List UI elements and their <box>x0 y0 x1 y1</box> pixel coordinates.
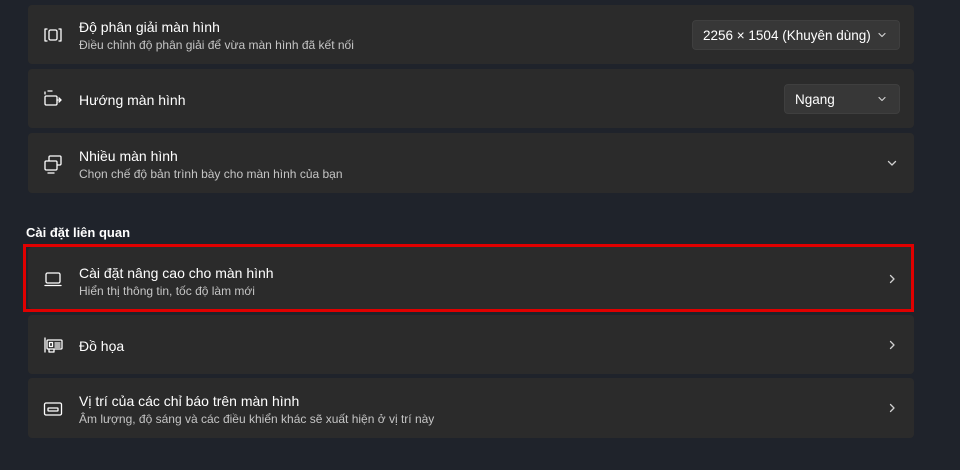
resolution-icon <box>42 24 64 46</box>
orientation-icon <box>42 88 64 110</box>
advanced-display-settings-title: Cài đặt nâng cao cho màn hình <box>79 265 274 281</box>
multiple-displays-card[interactable]: Nhiều màn hình Chọn chế độ bản trình bày… <box>28 133 914 193</box>
orientation-card: Hướng màn hình Ngang <box>28 69 914 128</box>
resolution-dropdown[interactable]: 2256 × 1504 (Khuyên dùng) <box>692 20 900 50</box>
related-settings-header: Cài đặt liên quan <box>26 225 131 240</box>
orientation-title: Hướng màn hình <box>79 92 186 108</box>
resolution-card: Độ phân giải màn hình Điều chỉnh độ phân… <box>28 5 914 64</box>
graphics-title: Đồ họa <box>79 338 125 354</box>
chevron-down-icon <box>876 93 888 105</box>
graphics-card-icon <box>42 334 64 356</box>
monitor-icon <box>42 268 64 290</box>
resolution-title: Độ phân giải màn hình <box>79 19 220 35</box>
orientation-dropdown-value: Ngang <box>795 91 835 107</box>
screen-indicator-card[interactable]: Vị trí của các chỉ báo trên màn hình Âm … <box>28 378 914 438</box>
advanced-display-settings-card[interactable]: Cài đặt nâng cao cho màn hình Hiển thị t… <box>28 247 914 309</box>
screen-indicator-title: Vị trí của các chỉ báo trên màn hình <box>79 393 300 409</box>
chevron-down-icon[interactable] <box>886 157 898 169</box>
screen-indicator-icon <box>42 398 64 420</box>
chevron-right-icon <box>886 273 898 285</box>
resolution-dropdown-value: 2256 × 1504 (Khuyên dùng) <box>703 27 871 43</box>
multiple-displays-icon <box>42 153 64 175</box>
chevron-right-icon <box>886 339 898 351</box>
multiple-displays-title: Nhiều màn hình <box>79 148 178 164</box>
multiple-displays-description: Chọn chế độ bản trình bày cho màn hình c… <box>79 167 343 181</box>
orientation-dropdown[interactable]: Ngang <box>784 84 900 114</box>
advanced-display-settings-description: Hiển thị thông tin, tốc độ làm mới <box>79 284 255 298</box>
screen-indicator-description: Âm lượng, độ sáng và các điều khiển khác… <box>79 412 435 426</box>
chevron-right-icon <box>886 402 898 414</box>
chevron-down-icon <box>876 29 888 41</box>
resolution-description: Điều chỉnh độ phân giải để vừa màn hình … <box>79 38 354 52</box>
graphics-card[interactable]: Đồ họa <box>28 315 914 374</box>
